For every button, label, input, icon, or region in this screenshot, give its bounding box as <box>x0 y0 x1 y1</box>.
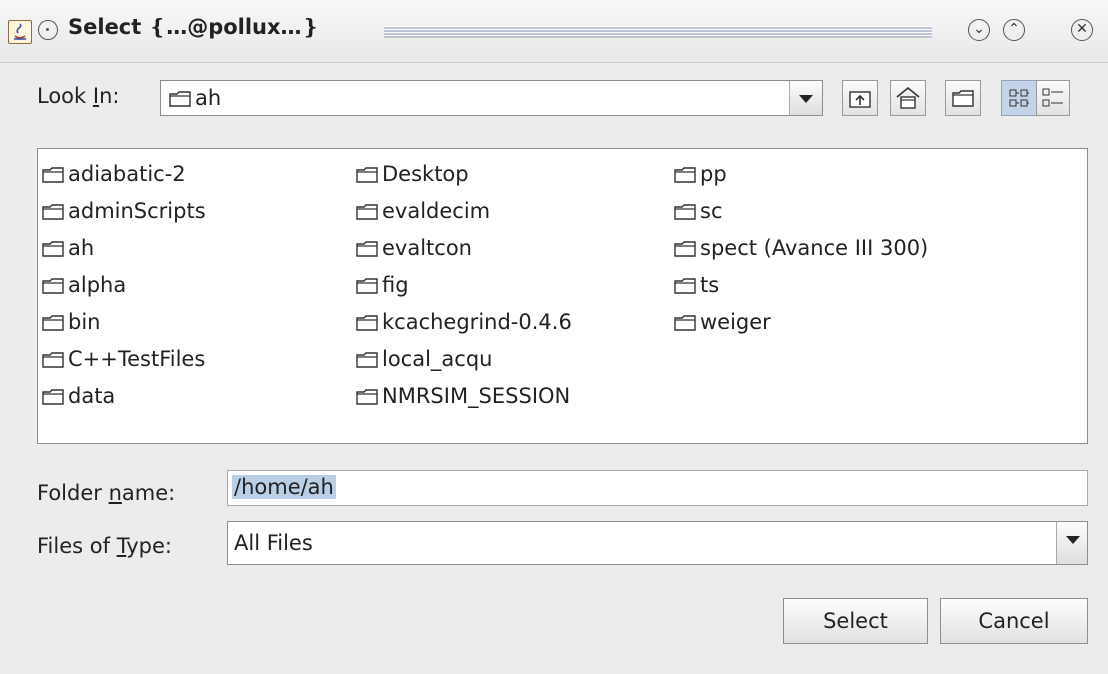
file-list-item[interactable]: adiabatic-2 <box>42 161 186 187</box>
file-list-item-label: C++TestFiles <box>68 347 206 371</box>
file-list-item[interactable]: C++TestFiles <box>42 346 205 372</box>
folder-icon <box>674 241 696 257</box>
file-list-item[interactable]: alpha <box>42 272 126 298</box>
file-list-item-label: local_acqu <box>382 347 493 371</box>
folder-name-input[interactable]: /home/ah <box>227 470 1088 506</box>
maximize-icon[interactable]: ⌃ <box>1003 19 1025 41</box>
folder-icon <box>42 315 64 331</box>
window-menu-icon[interactable] <box>38 20 58 40</box>
file-list-item-label: adminScripts <box>68 199 206 223</box>
files-of-type-label: Files of Type: <box>37 534 173 558</box>
file-list-item[interactable]: bin <box>42 309 100 335</box>
file-list-item-label: sc <box>700 199 723 223</box>
file-list-item[interactable]: NMRSIM_SESSION <box>356 383 570 409</box>
file-list-item-label: pp <box>700 162 727 186</box>
file-list-item[interactable]: kcachegrind-0.4.6 <box>356 309 572 335</box>
file-list-item[interactable]: spect (Avance III 300) <box>674 235 928 261</box>
window-title: Select ❴…@pollux…❵ <box>68 15 320 39</box>
folder-icon <box>674 167 696 183</box>
java-icon[interactable] <box>8 20 32 44</box>
file-list-item-label: data <box>68 384 116 408</box>
file-list-item[interactable]: data <box>42 383 115 409</box>
cancel-button[interactable]: Cancel <box>940 598 1088 644</box>
file-list[interactable]: adiabatic-2 adminScripts ah alpha bin C++Test… <box>37 148 1088 444</box>
minimize-icon[interactable]: ⌄ <box>968 19 990 41</box>
home-button[interactable] <box>890 80 926 116</box>
folder-icon <box>356 241 378 257</box>
file-list-item-label: adiabatic-2 <box>68 162 186 186</box>
up-folder-icon <box>849 91 871 108</box>
file-list-item[interactable]: evaltcon <box>356 235 472 261</box>
look-in-label: Look In: <box>37 84 120 108</box>
folder-icon <box>356 167 378 183</box>
file-list-item[interactable]: ah <box>42 235 94 261</box>
folder-icon <box>42 389 64 405</box>
folder-icon <box>169 91 191 107</box>
file-list-item-label: Desktop <box>382 162 469 186</box>
folder-icon <box>42 241 64 257</box>
file-list-item[interactable]: evaldecim <box>356 198 490 224</box>
file-list-item-label: NMRSIM_SESSION <box>382 384 571 408</box>
folder-icon <box>356 389 378 405</box>
folder-icon <box>356 315 378 331</box>
file-list-item[interactable]: adminScripts <box>42 198 206 224</box>
folder-icon <box>356 352 378 368</box>
home-icon <box>896 86 920 109</box>
title-bar: Select ❴…@pollux…❵ ⌄ ⌃ ✕ <box>0 0 1108 63</box>
file-list-item[interactable]: sc <box>674 198 723 224</box>
list-view-button[interactable] <box>1001 80 1037 116</box>
file-list-item-label: evaltcon <box>382 236 472 260</box>
file-list-item[interactable]: Desktop <box>356 161 469 187</box>
select-button[interactable]: Select <box>783 598 928 644</box>
title-bar-grip[interactable] <box>384 26 932 38</box>
file-list-item-label: alpha <box>68 273 127 297</box>
folder-icon <box>674 315 696 331</box>
details-view-button[interactable] <box>1036 80 1070 116</box>
folder-icon <box>356 278 378 294</box>
file-list-item[interactable]: local_acqu <box>356 346 493 372</box>
new-folder-button[interactable] <box>945 80 981 116</box>
file-list-item[interactable]: pp <box>674 161 727 187</box>
folder-name-value: /home/ah <box>232 475 336 499</box>
files-of-type-value: All Files <box>234 531 313 555</box>
file-list-item-label: bin <box>68 310 101 334</box>
file-list-item-label: kcachegrind-0.4.6 <box>382 310 572 334</box>
file-list-item-label: fig <box>382 273 409 297</box>
close-icon[interactable]: ✕ <box>1071 19 1093 41</box>
details-view-icon <box>1042 88 1063 107</box>
look-in-dropdown-arrow[interactable] <box>789 81 822 115</box>
look-in-combo[interactable]: ah <box>160 80 823 116</box>
folder-icon <box>674 278 696 294</box>
folder-icon <box>42 204 64 220</box>
file-list-item[interactable]: fig <box>356 272 409 298</box>
files-of-type-dropdown-arrow[interactable] <box>1056 522 1087 564</box>
file-list-item-label: ah <box>68 236 95 260</box>
files-of-type-combo[interactable]: All Files <box>227 521 1088 565</box>
folder-name-label: Folder name: <box>37 481 176 505</box>
folder-icon <box>42 278 64 294</box>
file-list-item-label: ts <box>700 273 720 297</box>
folder-icon <box>42 167 64 183</box>
file-list-item-label: spect (Avance III 300) <box>700 236 929 260</box>
up-folder-button[interactable] <box>842 80 878 116</box>
file-list-item[interactable]: weiger <box>674 309 771 335</box>
file-list-item-label: evaldecim <box>382 199 491 223</box>
file-list-item[interactable]: ts <box>674 272 719 298</box>
folder-icon <box>356 204 378 220</box>
folder-icon <box>42 352 64 368</box>
list-view-icon <box>1009 89 1029 107</box>
file-list-item-label: weiger <box>700 310 771 334</box>
look-in-value: ah <box>195 86 222 110</box>
folder-icon <box>674 204 696 220</box>
new-folder-icon <box>952 90 974 107</box>
